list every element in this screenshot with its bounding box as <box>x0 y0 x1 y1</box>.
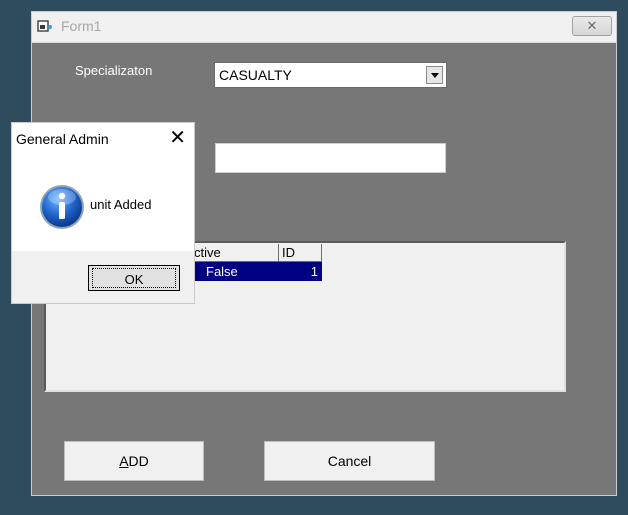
grid-header-active-label: ctive <box>194 245 221 260</box>
window-title: Form1 <box>61 18 102 34</box>
add-button[interactable]: ADD <box>64 441 204 481</box>
add-button-label: DD <box>128 453 149 469</box>
chevron-down-icon[interactable] <box>426 66 443 84</box>
close-icon: ✕ <box>586 18 598 33</box>
grid-cell-active-value: False <box>206 264 238 279</box>
ok-button[interactable]: OK <box>88 265 180 291</box>
ok-button-label: OK <box>92 268 176 288</box>
dialog-close-icon[interactable]: ✕ <box>169 128 186 148</box>
message-dialog: General Admin ✕ unit Added OK <box>11 122 195 304</box>
specialization-value: CASUALTY <box>219 67 292 83</box>
grid-header-id-label: ID <box>282 245 295 260</box>
unit-name-input[interactable] <box>215 143 446 173</box>
dialog-message: unit Added <box>90 197 152 212</box>
dialog-title: General Admin <box>16 131 109 147</box>
cancel-button[interactable]: Cancel <box>264 441 435 481</box>
grid-header-id[interactable]: ID <box>279 244 322 262</box>
title-bar[interactable]: Form1 ✕ <box>32 12 616 43</box>
app-icon <box>37 20 52 32</box>
grid-cell-id[interactable]: 1 <box>279 262 322 281</box>
grid-cell-active[interactable]: False <box>194 262 279 281</box>
add-mnemonic: A <box>119 453 129 469</box>
window-close-button[interactable]: ✕ <box>572 16 612 36</box>
specialization-label: Specializaton <box>75 63 153 78</box>
info-icon <box>40 185 84 229</box>
specialization-select[interactable]: CASUALTY <box>214 62 447 88</box>
grid-cell-id-value: 1 <box>310 264 318 279</box>
